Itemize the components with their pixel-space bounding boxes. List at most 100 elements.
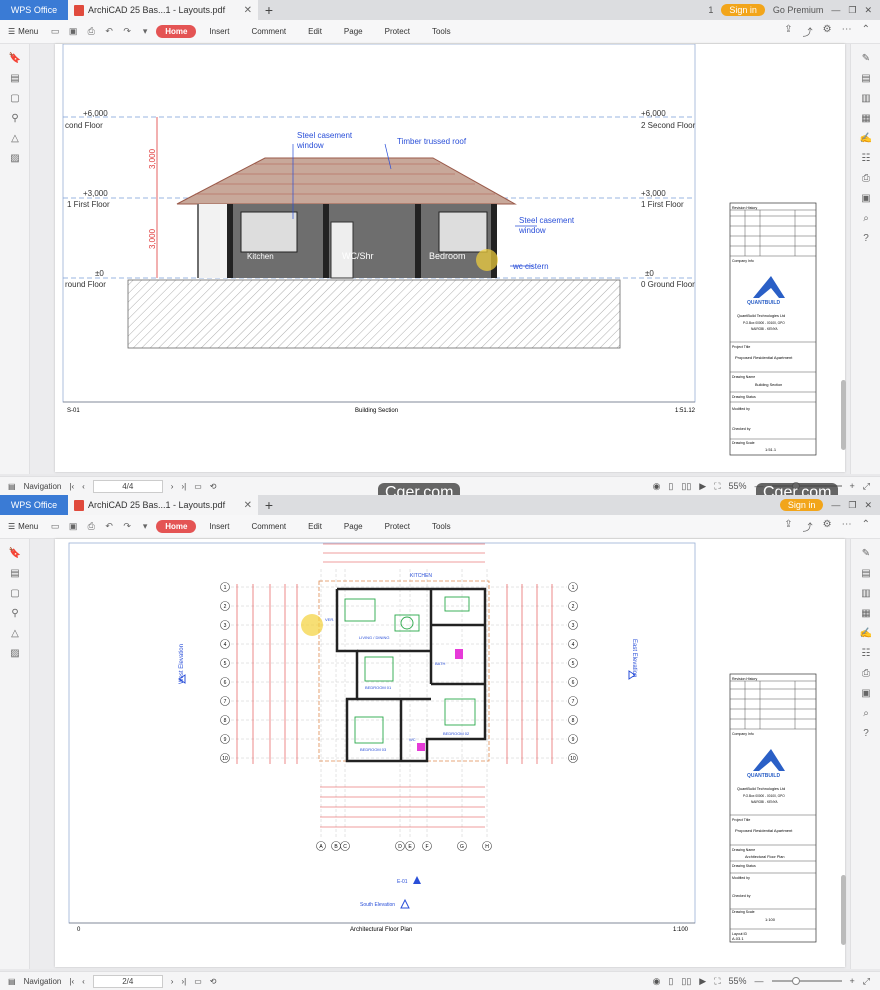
sign-in-button[interactable]: Sign in [721, 4, 765, 16]
thumbnail-icon[interactable]: ▤ [0, 568, 30, 579]
undo-icon[interactable]: ↶ [102, 26, 116, 37]
play-icon[interactable]: ▶ [699, 481, 706, 492]
dropdown-icon[interactable]: ▾ [138, 26, 152, 37]
edit-pdf-icon[interactable]: ✎ [851, 548, 880, 559]
comment-icon[interactable]: ▢ [0, 93, 30, 104]
last-page-icon[interactable]: ›| [181, 977, 186, 986]
layers-icon[interactable]: ▨ [0, 648, 30, 659]
page-indicator[interactable]: 4/4 [92, 479, 163, 493]
tab-protect[interactable]: Protect [376, 520, 419, 533]
close-tab-icon[interactable]: ✕ [244, 500, 252, 511]
single-page-icon[interactable]: ▯ [668, 481, 673, 492]
convert-icon[interactable]: ▤ [851, 73, 880, 84]
tab-tools[interactable]: Tools [423, 520, 460, 533]
fit-width-icon[interactable]: ▭ [194, 482, 202, 491]
open-folder-icon[interactable]: ▭ [48, 26, 62, 37]
eye-mode-icon[interactable]: ◉ [653, 976, 661, 987]
compress-icon[interactable]: ▦ [851, 113, 880, 124]
protect-tool-icon[interactable]: ▣ [851, 193, 880, 204]
tab-page[interactable]: Page [335, 520, 372, 533]
prev-page-icon[interactable]: ‹ [82, 977, 85, 986]
bookmark-icon[interactable]: 🔖 [0, 53, 30, 64]
document-canvas[interactable]: KITCHEN LIVING / DINING BEDROOM 01 BEDRO… [30, 539, 850, 969]
tab-edit[interactable]: Edit [299, 520, 331, 533]
tab-comment[interactable]: Comment [242, 25, 295, 38]
signature-icon[interactable]: △ [0, 628, 30, 639]
zoom-in-icon[interactable]: + [850, 481, 855, 491]
single-page-icon[interactable]: ▯ [668, 976, 673, 987]
undo-icon[interactable]: ↶ [102, 521, 116, 532]
extract-icon[interactable]: ▥ [851, 93, 880, 104]
print-tool-icon[interactable]: ⎙ [851, 173, 880, 184]
settings-icon[interactable]: ⚙ [823, 519, 832, 534]
navigation-label[interactable]: Navigation [24, 482, 62, 491]
minimize-icon[interactable]: — [831, 500, 840, 510]
save-icon[interactable]: ▣ [66, 26, 80, 37]
comment-icon[interactable]: ▢ [0, 588, 30, 599]
new-tab-button[interactable]: + [258, 497, 280, 513]
signature-icon[interactable]: △ [0, 133, 30, 144]
document-tab[interactable]: ArchiCAD 25 Bas...1 - Layouts.pdf ✕ [68, 0, 258, 20]
zoom-level[interactable]: 55% [729, 481, 747, 491]
protect-tool-icon[interactable]: ▣ [851, 688, 880, 699]
document-tab[interactable]: ArchiCAD 25 Bas...1 - Layouts.pdf ✕ [68, 495, 258, 515]
tab-home[interactable]: Home [156, 520, 197, 533]
attachment-icon[interactable]: ⚲ [0, 608, 30, 619]
fullscreen-icon[interactable]: ⤢ [863, 481, 870, 492]
fit-width-icon[interactable]: ▭ [194, 977, 202, 986]
next-page-icon[interactable]: › [171, 482, 174, 491]
edit-pdf-icon[interactable]: ✎ [851, 53, 880, 64]
menu-button[interactable]: ☰ Menu [8, 522, 38, 531]
tab-page[interactable]: Page [335, 25, 372, 38]
close-tab-icon[interactable]: ✕ [244, 5, 252, 16]
collapse-ribbon-icon[interactable]: ⌃ [862, 519, 870, 534]
print-icon[interactable]: ⎙ [84, 26, 98, 37]
fit-page-icon[interactable]: ⛶ [714, 481, 720, 492]
more-icon[interactable]: ⋯ [842, 519, 852, 534]
thumbnail-icon[interactable]: ▤ [0, 73, 30, 84]
tab-comment[interactable]: Comment [242, 520, 295, 533]
open-folder-icon[interactable]: ▭ [48, 521, 62, 532]
split-icon[interactable]: ☷ [851, 648, 880, 659]
settings-icon[interactable]: ⚙ [823, 24, 832, 39]
wps-office-tab[interactable]: WPS Office [0, 0, 68, 20]
rotate-icon[interactable]: ⟲ [210, 977, 217, 986]
go-premium-button[interactable]: Go Premium [773, 5, 824, 15]
zoom-in-icon[interactable]: + [850, 976, 855, 986]
first-page-icon[interactable]: |‹ [69, 482, 74, 491]
minimize-icon[interactable]: — [831, 5, 840, 15]
layers-icon[interactable]: ▨ [0, 153, 30, 164]
compress-icon[interactable]: ▦ [851, 608, 880, 619]
bookmark-icon[interactable]: 🔖 [0, 548, 30, 559]
tab-tools[interactable]: Tools [423, 25, 460, 38]
vertical-scrollbar[interactable] [841, 380, 846, 450]
fit-page-icon[interactable]: ⛶ [714, 976, 720, 987]
close-window-icon[interactable]: ✕ [864, 500, 872, 511]
next-page-icon[interactable]: › [171, 977, 174, 986]
zoom-slider[interactable] [771, 977, 842, 985]
navigation-label[interactable]: Navigation [24, 977, 62, 986]
close-window-icon[interactable]: ✕ [864, 5, 872, 16]
extract-icon[interactable]: ▥ [851, 588, 880, 599]
help-icon[interactable]: ? [851, 728, 880, 739]
save-icon[interactable]: ▣ [66, 521, 80, 532]
redo-icon[interactable]: ↷ [120, 26, 134, 37]
collapse-ribbon-icon[interactable]: ⌃ [862, 24, 870, 39]
attachment-icon[interactable]: ⚲ [0, 113, 30, 124]
last-page-icon[interactable]: ›| [181, 482, 186, 491]
navigation-icon[interactable]: ▤ [8, 482, 16, 491]
dropdown-icon[interactable]: ▾ [138, 521, 152, 532]
menu-button[interactable]: ☰ Menu [8, 27, 38, 36]
search-icon[interactable]: ⌕ [851, 708, 880, 719]
share-icon[interactable]: ⇪ [784, 519, 792, 534]
navigation-icon[interactable]: ▤ [8, 977, 16, 986]
wps-office-tab[interactable]: WPS Office [0, 495, 68, 515]
page-indicator[interactable]: 2/4 [92, 974, 163, 988]
sign-tool-icon[interactable]: ✍ [851, 628, 880, 639]
sign-in-button[interactable]: Sign in [779, 499, 824, 511]
print-tool-icon[interactable]: ⎙ [851, 668, 880, 679]
first-page-icon[interactable]: |‹ [69, 977, 74, 986]
more-icon[interactable]: ⋯ [842, 24, 852, 39]
document-canvas[interactable]: +6,000 cond Floor +3,000 1 First Floor ±… [30, 43, 850, 474]
vertical-scrollbar[interactable] [841, 875, 846, 945]
